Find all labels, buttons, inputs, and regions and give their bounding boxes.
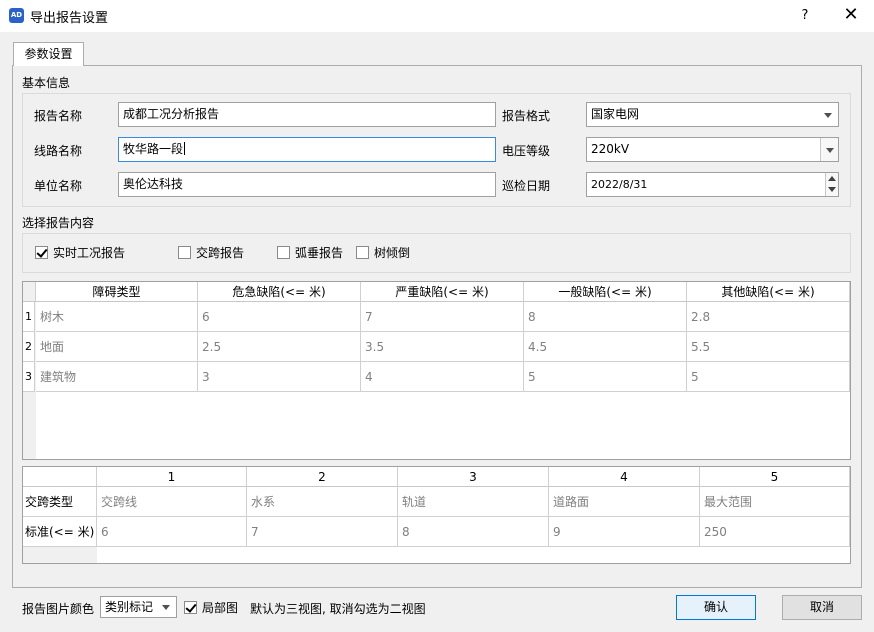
table-cell[interactable]: 9 [549,517,700,547]
voltage-value: 220kV [591,142,630,156]
table-cell[interactable]: 5 [524,362,687,392]
chevron-down-icon [162,605,170,610]
option-label: 实时工况报告 [53,246,126,260]
table-cell[interactable]: 建筑物 [36,362,198,392]
table-cell[interactable]: 250 [700,517,850,547]
voltage-dropdown-button[interactable] [820,138,838,161]
partial-view-option[interactable]: 局部图 [184,599,238,616]
close-button[interactable]: ✕ [834,2,868,28]
app-icon: AD [9,8,24,23]
checkbox-realtime[interactable] [35,246,48,259]
help-button[interactable]: ? [790,4,820,28]
col-header-severe: 严重缺陷(<= 米) [361,282,524,302]
image-color-value: 类别标记 [105,600,154,614]
corner-header [23,467,97,487]
table-cell[interactable]: 水系 [247,487,398,517]
table-cell[interactable]: 3.5 [361,332,524,362]
partial-view-label: 局部图 [202,601,239,615]
row-header-crossing-type: 交跨类型 [23,487,97,517]
table-cell[interactable]: 树木 [36,302,198,332]
report-content-group [22,233,851,273]
date-label: 巡检日期 [502,179,551,193]
option-realtime-report[interactable]: 实时工况报告 [35,244,125,261]
col-header-general: 一般缺陷(<= 米) [524,282,687,302]
table-cell[interactable]: 轨道 [398,487,549,517]
col-header-5: 5 [700,467,850,487]
checkbox-tree-fall[interactable] [356,246,369,259]
report-format-value: 国家电网 [591,107,640,121]
spin-up-icon[interactable] [828,176,836,181]
table-cell[interactable]: 最大范围 [700,487,850,517]
table-cell[interactable]: 5 [687,362,850,392]
option-label: 树倾倒 [374,246,411,260]
col-header-4: 4 [549,467,700,487]
col-header-critical: 危急缺陷(<= 米) [198,282,361,302]
line-name-label: 线路名称 [34,144,83,158]
table-cell[interactable]: 3 [198,362,361,392]
row-number: 2 [23,332,35,362]
checkbox-partial-view[interactable] [184,601,197,614]
row-number: 1 [23,302,35,332]
table-cell[interactable]: 7 [247,517,398,547]
inspection-date-input[interactable]: 2022/8/31 [586,172,839,197]
basic-info-title: 基本信息 [22,76,71,90]
table-cell[interactable]: 2.5 [198,332,361,362]
title-bar: AD 导出报告设置 ? ✕ [0,0,874,32]
table-cell[interactable]: 4 [361,362,524,392]
table-cell[interactable]: 5.5 [687,332,850,362]
view-hint: 默认为三视图, 取消勾选为二视图 [250,602,426,616]
cancel-button[interactable]: 取消 [782,595,862,620]
table-cell[interactable]: 道路面 [549,487,700,517]
option-sag-report[interactable]: 弧垂报告 [277,244,343,261]
option-crossing-report[interactable]: 交跨报告 [178,244,244,261]
chevron-down-icon [826,148,834,153]
date-spinner[interactable] [825,173,838,196]
col-header-other: 其他缺陷(<= 米) [687,282,850,302]
tab-parameter-settings[interactable]: 参数设置 [13,42,84,66]
voltage-label: 电压等级 [502,144,551,158]
obstacle-table: 障碍类型 危急缺陷(<= 米) 严重缺陷(<= 米) 一般缺陷(<= 米) 其他… [22,281,851,460]
table-cell[interactable]: 8 [398,517,549,547]
table-cell[interactable]: 7 [361,302,524,332]
voltage-select[interactable]: 220kV [586,137,839,162]
image-color-select[interactable]: 类别标记 [100,596,177,618]
table-cell[interactable]: 交跨线 [97,487,247,517]
corner-header [23,282,36,302]
text-caret [184,142,186,155]
line-name-input[interactable]: 牧华路一段 [118,137,496,162]
image-color-label: 报告图片颜色 [22,602,95,616]
row-header-standard: 标准(<= 米) [23,517,97,547]
spin-down-icon[interactable] [828,187,836,192]
crossing-table: 1 2 3 4 5 交跨类型 交跨线 水系 轨道 道路面 最大范围 标准(<= … [22,466,851,564]
table-cell[interactable]: 2.8 [687,302,850,332]
option-label: 弧垂报告 [295,246,344,260]
row-header-gutter [23,547,97,563]
line-name-value: 牧华路一段 [123,142,184,156]
row-number: 3 [23,362,35,392]
chevron-down-icon [824,113,832,118]
option-label: 交跨报告 [196,246,245,260]
window-title: 导出报告设置 [30,11,109,26]
col-header-obstacle-type: 障碍类型 [36,282,198,302]
unit-name-label: 单位名称 [34,179,83,193]
col-header-2: 2 [247,467,398,487]
unit-name-input[interactable]: 奥伦达科技 [118,172,496,197]
report-format-select[interactable]: 国家电网 [586,102,839,127]
table-cell[interactable]: 6 [97,517,247,547]
report-name-input[interactable]: 成都工况分析报告 [118,102,496,127]
table-cell[interactable]: 6 [198,302,361,332]
option-tree-fall[interactable]: 树倾倒 [356,244,410,261]
report-name-label: 报告名称 [34,109,83,123]
inspection-date-value: 2022/8/31 [591,178,648,191]
confirm-button[interactable]: 确认 [676,595,756,620]
table-cell[interactable]: 地面 [36,332,198,362]
report-content-title: 选择报告内容 [22,216,95,230]
col-header-3: 3 [398,467,549,487]
col-header-1: 1 [97,467,247,487]
checkbox-crossing[interactable] [178,246,191,259]
table-cell[interactable]: 4.5 [524,332,687,362]
table-cell[interactable]: 8 [524,302,687,332]
checkbox-sag[interactable] [277,246,290,259]
report-format-label: 报告格式 [502,109,551,123]
